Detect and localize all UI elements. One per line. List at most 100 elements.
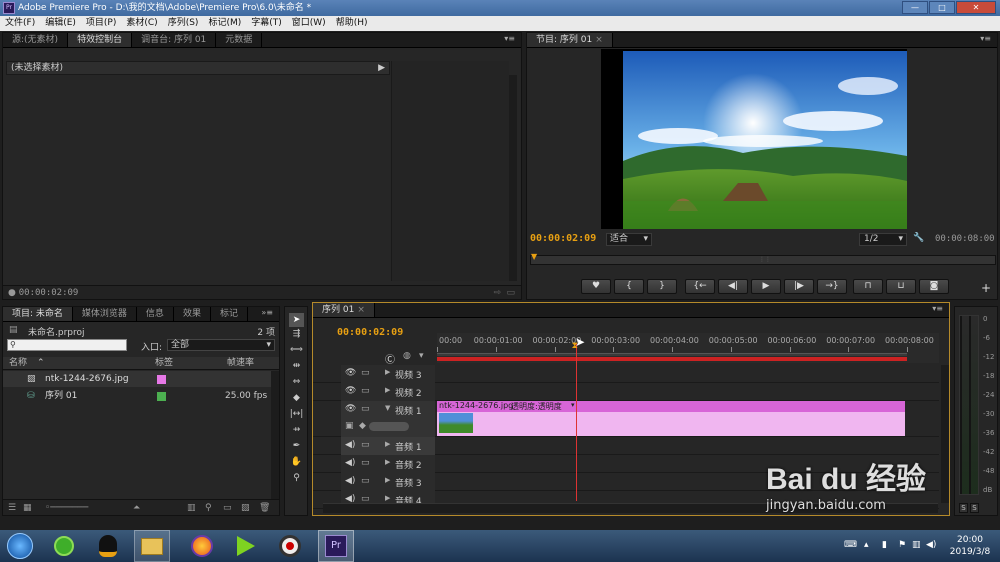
firefox-icon[interactable] [184, 530, 220, 562]
tab-effects[interactable]: 效果 [174, 307, 211, 321]
timeline-timecode[interactable]: 00:00:02:09 [337, 327, 403, 338]
column-label[interactable]: 标签 [155, 357, 173, 370]
slip-tool-icon[interactable]: |↔| [289, 409, 304, 419]
eye-icon[interactable]: 👁 [345, 368, 356, 378]
eye-icon[interactable]: 👁 [345, 404, 356, 414]
menu-clip[interactable]: 素材(C) [121, 16, 162, 31]
playhead-line[interactable] [575, 343, 577, 501]
mark-out-button[interactable]: } [647, 279, 677, 294]
lift-button[interactable]: ⊓ [853, 279, 883, 294]
lock-toggle-icon[interactable]: ▭ [361, 458, 370, 468]
premiere-taskbar-icon[interactable]: Pr [318, 530, 354, 562]
audio-track[interactable]: ◀) ▭ ▶ 音频 2 [313, 455, 939, 473]
toggle-icon[interactable]: ▭ [506, 286, 515, 300]
new-item-icon[interactable]: ▧ [241, 500, 250, 516]
snap-icon[interactable]: Ⓒ [385, 351, 395, 366]
fit-dropdown[interactable]: 适合 ▾ [606, 233, 652, 246]
entry-dropdown[interactable]: 全部 ▾ [167, 339, 275, 351]
linked-selection-icon[interactable]: ◍ [403, 351, 411, 361]
tab-effect-controls[interactable]: 特效控制台 [68, 33, 133, 47]
trash-icon[interactable]: 🗑 [259, 500, 270, 516]
track-select-tool-icon[interactable]: ⇶ [289, 329, 304, 339]
menu-marker[interactable]: 标记(M) [203, 16, 246, 31]
zoom-scrollbar[interactable] [437, 353, 907, 356]
list-item[interactable]: ⛁ 序列 01 25.00 fps [3, 388, 271, 404]
media-player-icon[interactable] [228, 530, 264, 562]
chevron-down-icon[interactable]: ▼ [385, 404, 390, 412]
panel-menu-icon[interactable]: ▾≡ [932, 304, 943, 313]
record-icon[interactable] [272, 530, 308, 562]
chevron-right-icon[interactable]: ▶ [385, 440, 390, 448]
speaker-icon[interactable]: ◀) [345, 440, 355, 450]
tab-media-browser[interactable]: 媒体浏览器 [73, 307, 137, 321]
search-input[interactable]: ⚲ [7, 339, 127, 351]
audio-track[interactable]: ◀) ▭ ▶ 音频 3 [313, 473, 939, 491]
tray-arrow-icon[interactable]: ▴ [864, 540, 869, 550]
video-clip[interactable]: ntk-1244-2676.jpg 透明度:透明度 ▾ [437, 401, 905, 436]
chevron-right-icon[interactable]: ▶ [385, 458, 390, 466]
program-timecode[interactable]: 00:00:02:09 [530, 233, 596, 244]
tab-metadata[interactable]: 元数据 [216, 33, 263, 47]
lock-toggle-icon[interactable]: ▭ [361, 440, 370, 450]
tab-markers[interactable]: 标记 [211, 307, 248, 321]
new-bin-icon[interactable]: ▭ [223, 500, 232, 516]
eye-icon[interactable]: 👁 [345, 386, 356, 396]
program-scrubber[interactable]: ▼ ⋮⋮ [530, 252, 996, 265]
tray-keyboard-icon[interactable]: ⌨ [844, 540, 857, 550]
rolling-edit-tool-icon[interactable]: ⇹ [289, 361, 304, 371]
video-track[interactable]: 👁 ▭ ▶ 视频 2 [313, 383, 939, 401]
zoom-slider-icon[interactable]: ◦─────── [45, 500, 88, 516]
start-button[interactable] [2, 530, 38, 562]
tab-project[interactable]: 项目: 未命名 [3, 307, 73, 321]
tab-program[interactable]: 节目: 序列 01 × [527, 33, 613, 47]
hand-tool-icon[interactable]: ✋ [289, 457, 304, 467]
lock-toggle-icon[interactable]: ▭ [361, 386, 370, 396]
tray-device-icon[interactable]: ▮ [882, 540, 887, 550]
automate-icon[interactable]: ▥ [187, 500, 196, 516]
chevron-right-icon[interactable]: ▶ [385, 476, 390, 484]
panel-menu-icon[interactable]: ▾≡ [504, 34, 515, 43]
chevron-down-icon[interactable]: ▾ [571, 401, 575, 409]
mark-in-button[interactable]: { [614, 279, 644, 294]
razor-tool-icon[interactable]: ◆ [289, 393, 304, 403]
list-view-icon[interactable]: ☰ [8, 500, 16, 516]
browser-360-icon[interactable] [46, 530, 82, 562]
play-button[interactable]: ▶ [751, 279, 781, 294]
export-icon[interactable]: ⇨ [493, 286, 501, 300]
selection-tool-icon[interactable]: ➤ [289, 313, 304, 327]
find-icon[interactable]: ⚲ [205, 500, 212, 516]
step-back-button[interactable]: ◀| [718, 279, 748, 294]
tab-sequence[interactable]: 序列 01 × [313, 303, 375, 317]
tray-network-icon[interactable]: ▥ [912, 540, 921, 550]
close-icon[interactable]: × [595, 35, 603, 45]
lock-toggle-icon[interactable]: ▭ [361, 368, 370, 378]
display-style-icon[interactable]: ▣ [345, 421, 354, 431]
audio-track[interactable]: ◀) ▭ ▶ 音频 1 [313, 437, 939, 455]
close-button[interactable]: ✕ [956, 1, 996, 14]
go-to-in-button[interactable]: {← [685, 279, 715, 294]
step-forward-button[interactable]: |▶ [784, 279, 814, 294]
zoom-tool-icon[interactable]: ⚲ [289, 473, 304, 483]
keyframe-icon[interactable]: ◆ [359, 421, 366, 431]
icon-view-icon[interactable]: ▦ [23, 500, 32, 516]
lock-toggle-icon[interactable]: ▭ [361, 476, 370, 486]
chevron-right-icon[interactable]: ▶ [385, 368, 390, 376]
scrollbar[interactable] [271, 371, 279, 499]
menu-project[interactable]: 项目(P) [81, 16, 121, 31]
close-icon[interactable]: × [357, 305, 365, 315]
keyframe-navigator[interactable] [369, 422, 409, 431]
speaker-icon[interactable]: ◀) [345, 458, 355, 468]
resolution-dropdown[interactable]: 1/2 ▾ [859, 233, 907, 246]
list-item[interactable]: ▨ ntk-1244-2676.jpg [3, 371, 271, 387]
video-track[interactable]: 👁 ▭ ▶ 视频 3 [313, 365, 939, 383]
chevron-right-icon[interactable]: ▶ [385, 494, 390, 502]
minimize-button[interactable]: — [902, 1, 928, 14]
column-frame-rate[interactable]: 帧速率 [227, 357, 254, 370]
add-marker-icon[interactable]: ▾ [419, 351, 424, 361]
zoom-mountain-icon[interactable]: ⏶ [133, 500, 140, 516]
qq-icon[interactable] [90, 530, 126, 562]
menu-title[interactable]: 字幕(T) [246, 16, 287, 31]
rate-stretch-tool-icon[interactable]: ⇔ [289, 377, 304, 387]
column-name[interactable]: 名称 [9, 357, 27, 370]
wrench-icon[interactable]: 🔧 [913, 233, 924, 243]
